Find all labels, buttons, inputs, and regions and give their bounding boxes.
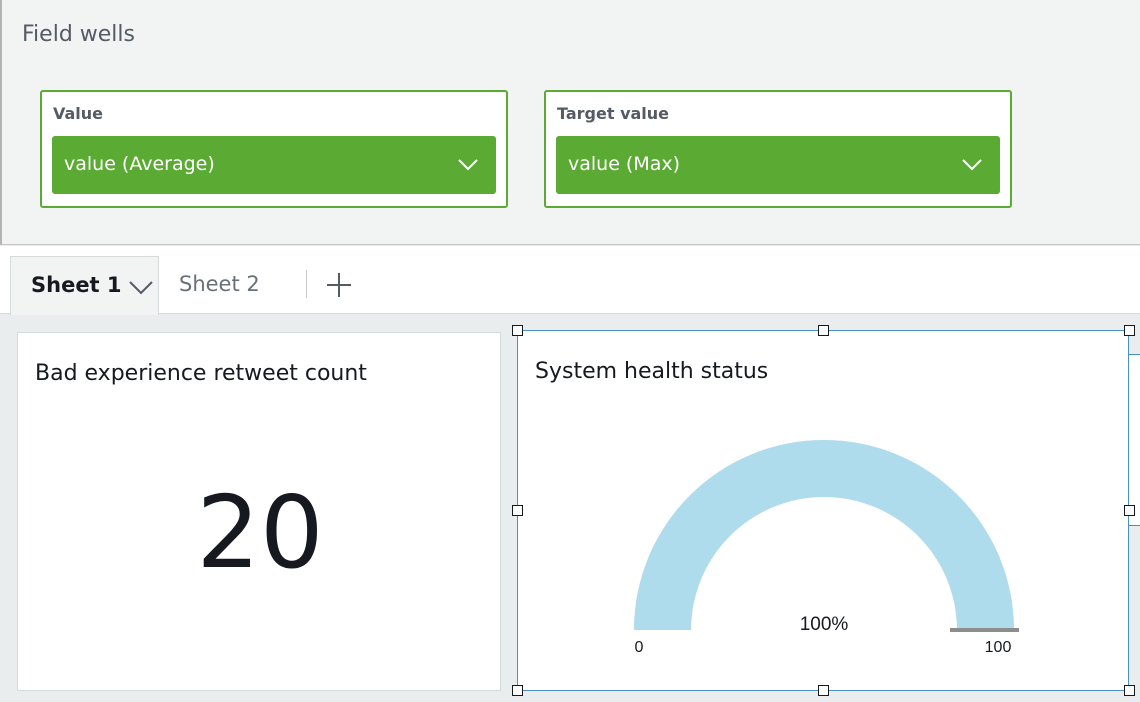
resize-handle-right[interactable] [1124, 505, 1135, 516]
target-value-field-pill[interactable]: value (Max) [556, 136, 1000, 194]
gauge-visual[interactable]: System health status 100% 0 100 [517, 330, 1129, 691]
tab-sheet-2[interactable]: Sheet 2 [179, 272, 260, 296]
kpi-value: 20 [196, 474, 324, 591]
target-value-well: Target value value (Max) [544, 90, 1012, 208]
gauge-fill [634, 440, 1014, 630]
tab-divider [306, 270, 307, 298]
resize-handle-top-left[interactable] [512, 325, 523, 336]
target-value-field-name: value (Max) [568, 153, 681, 175]
add-sheet-icon[interactable] [325, 271, 353, 299]
resize-handle-top[interactable] [818, 325, 829, 336]
kpi-title: Bad experience retweet count [35, 361, 367, 386]
field-wells-panel: Field wells Value value (Average) Target… [0, 0, 1140, 245]
resize-handle-bottom-right[interactable] [1124, 685, 1135, 696]
resize-handle-bottom[interactable] [818, 685, 829, 696]
resize-handle-top-right[interactable] [1124, 325, 1135, 336]
sheet-tab-bar: Sheet 1 Sheet 2 [0, 246, 1140, 315]
field-wells-title: Field wells [22, 22, 135, 47]
resize-handle-left[interactable] [512, 505, 523, 516]
value-field-name: value (Average) [64, 153, 215, 175]
chevron-down-icon[interactable] [456, 152, 480, 176]
target-value-well-label: Target value [557, 104, 670, 123]
kpi-visual[interactable]: Bad experience retweet count 20 [17, 332, 501, 691]
value-well-label: Value [53, 104, 104, 123]
resize-handle-bottom-left[interactable] [512, 685, 523, 696]
value-well: Value value (Average) [40, 90, 508, 208]
gauge-percent-label: 100% [800, 614, 849, 635]
tab-sheet-1[interactable]: Sheet 1 [10, 256, 159, 315]
value-field-pill[interactable]: value (Average) [52, 136, 496, 194]
chevron-down-icon[interactable] [128, 277, 154, 297]
gauge-chart: 100% 0 100 [634, 440, 1019, 656]
tab-sheet-1-label: Sheet 1 [31, 273, 122, 297]
gauge-max-label: 100 [985, 639, 1012, 656]
gauge-min-label: 0 [635, 639, 644, 656]
chevron-down-icon[interactable] [960, 152, 984, 176]
